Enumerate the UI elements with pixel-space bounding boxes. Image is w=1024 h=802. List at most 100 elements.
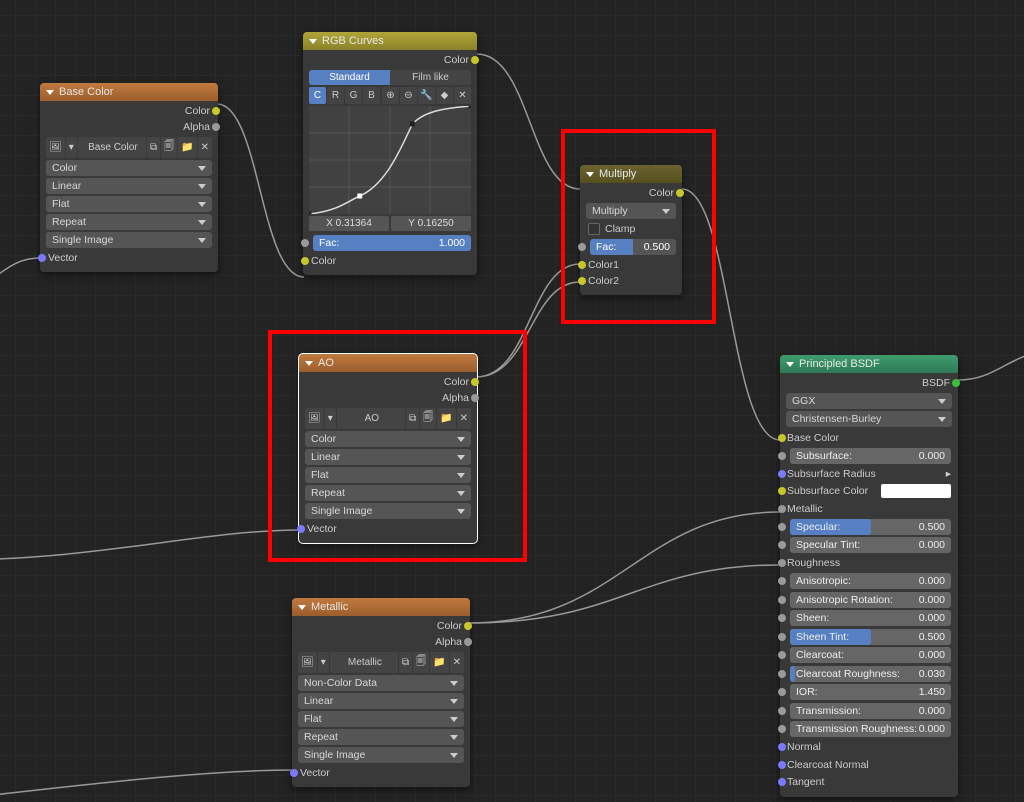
- bsdf-input-metallic[interactable]: Metallic: [782, 500, 956, 517]
- blend-mode[interactable]: Multiply: [586, 203, 676, 219]
- node-ao[interactable]: AO Color Alpha 🖼 ▾ AO ⧉ 🗐 📁 ✕ Color Line…: [299, 354, 477, 543]
- node-principled-bsdf[interactable]: Principled BSDF BSDF GGX Christensen-Bur…: [780, 355, 958, 797]
- texture-name[interactable]: Metallic: [330, 652, 398, 673]
- open-icon[interactable]: 📁: [430, 652, 448, 673]
- unlink-icon[interactable]: ✕: [450, 652, 464, 673]
- prop-source[interactable]: Single Image: [46, 232, 212, 248]
- node-header[interactable]: Metallic: [292, 598, 470, 616]
- value-slider[interactable]: Clearcoat Roughness:0.030: [790, 666, 951, 682]
- image-icon[interactable]: 🖼: [46, 137, 65, 158]
- value-slider[interactable]: Transmission Roughness:0.000: [790, 721, 951, 737]
- texture-selector[interactable]: 🖼 ▾ Base Color ⧉ 🗐 📁 ✕: [46, 137, 212, 158]
- prop-source[interactable]: Single Image: [298, 747, 464, 763]
- texture-selector[interactable]: 🖼 ▾ AO ⧉ 🗐 📁 ✕: [305, 408, 471, 429]
- browse-icon[interactable]: ▾: [325, 408, 336, 429]
- node-header[interactable]: Principled BSDF: [780, 355, 958, 373]
- fac-slider[interactable]: Fac:0.500: [590, 239, 676, 255]
- bsdf-input-base-color[interactable]: Base Color: [782, 429, 956, 446]
- image-icon[interactable]: 🖼: [305, 408, 324, 429]
- bsdf-input-ior[interactable]: IOR:1.450: [782, 683, 956, 701]
- channel-c[interactable]: C: [309, 87, 326, 104]
- zoom-in-icon[interactable]: ⊕: [382, 87, 399, 104]
- prop-colorspace[interactable]: Color: [305, 431, 471, 447]
- users-icon[interactable]: ⧉: [147, 137, 160, 158]
- bsdf-input-sheen[interactable]: Sheen:0.000: [782, 609, 956, 627]
- node-base-color[interactable]: Base Color Color Alpha 🖼 ▾ Base Color ⧉ …: [40, 83, 218, 272]
- clamp-checkbox[interactable]: Clamp: [582, 221, 680, 237]
- value-slider[interactable]: IOR:1.450: [790, 684, 951, 700]
- browse-icon[interactable]: ▾: [318, 652, 329, 673]
- users-icon[interactable]: ⧉: [406, 408, 419, 429]
- users-icon[interactable]: ⧉: [399, 652, 412, 673]
- node-multiply[interactable]: Multiply Color Multiply Clamp Fac:0.500 …: [580, 165, 682, 295]
- chevron-right-icon[interactable]: ▸: [946, 468, 951, 480]
- bsdf-input-clearcoat[interactable]: Clearcoat:0.000: [782, 646, 956, 664]
- open-icon[interactable]: 📁: [437, 408, 455, 429]
- sss-method-select[interactable]: Christensen-Burley: [786, 411, 952, 427]
- bsdf-input-transmission-roughness[interactable]: Transmission Roughness:0.000: [782, 720, 956, 738]
- curve-editor[interactable]: [309, 106, 471, 214]
- node-header[interactable]: RGB Curves: [303, 32, 477, 50]
- open-icon[interactable]: 📁: [178, 137, 196, 158]
- value-slider[interactable]: Anisotropic Rotation:0.000: [790, 592, 951, 608]
- bsdf-input-normal[interactable]: Normal: [782, 739, 956, 756]
- texture-selector[interactable]: 🖼 ▾ Metallic ⧉ 🗐 📁 ✕: [298, 652, 464, 673]
- clip-icon[interactable]: ◆: [436, 87, 453, 104]
- unlink-icon[interactable]: ✕: [198, 137, 212, 158]
- curve-mode-tabs[interactable]: Standard Film like: [309, 70, 471, 85]
- value-slider[interactable]: Specular Tint:0.000: [790, 537, 951, 553]
- prop-extension[interactable]: Repeat: [46, 214, 212, 230]
- value-slider[interactable]: Clearcoat:0.000: [790, 647, 951, 663]
- texture-name[interactable]: Base Color: [78, 137, 146, 158]
- tab-standard[interactable]: Standard: [309, 70, 390, 85]
- curve-x-value[interactable]: X 0.31364: [309, 216, 389, 231]
- node-header[interactable]: Multiply: [580, 165, 682, 183]
- bsdf-input-subsurface-radius[interactable]: Subsurface Radius ▸: [782, 465, 956, 482]
- prop-interpolation[interactable]: Linear: [298, 693, 464, 709]
- bsdf-input-subsurface-color[interactable]: Subsurface Color: [782, 483, 956, 500]
- distribution-select[interactable]: GGX: [786, 393, 952, 409]
- prop-extension[interactable]: Repeat: [298, 729, 464, 745]
- color-swatch[interactable]: [881, 484, 951, 498]
- channel-b[interactable]: B: [363, 87, 380, 104]
- bsdf-input-anisotropic-rotation[interactable]: Anisotropic Rotation:0.000: [782, 591, 956, 609]
- prop-interpolation[interactable]: Linear: [305, 449, 471, 465]
- prop-source[interactable]: Single Image: [305, 503, 471, 519]
- node-header[interactable]: AO: [299, 354, 477, 372]
- prop-projection[interactable]: Flat: [298, 711, 464, 727]
- node-metallic[interactable]: Metallic Color Alpha 🖼 ▾ Metallic ⧉ 🗐 📁 …: [292, 598, 470, 787]
- bsdf-input-transmission[interactable]: Transmission:0.000: [782, 702, 956, 720]
- prop-projection[interactable]: Flat: [305, 467, 471, 483]
- bsdf-input-clearcoat-normal[interactable]: Clearcoat Normal: [782, 756, 956, 773]
- image-icon[interactable]: 🖼: [298, 652, 317, 673]
- bsdf-input-anisotropic[interactable]: Anisotropic:0.000: [782, 572, 956, 590]
- bsdf-input-specular-tint[interactable]: Specular Tint:0.000: [782, 536, 956, 554]
- prop-colorspace[interactable]: Non-Color Data: [298, 675, 464, 691]
- bsdf-input-clearcoat-roughness[interactable]: Clearcoat Roughness:0.030: [782, 665, 956, 683]
- fake-user-icon[interactable]: 🗐: [420, 408, 436, 429]
- node-rgb-curves[interactable]: RGB Curves Color Standard Film like C R …: [303, 32, 477, 275]
- tools-icon[interactable]: 🔧: [418, 87, 435, 104]
- fake-user-icon[interactable]: 🗐: [161, 137, 177, 158]
- tab-filmlike[interactable]: Film like: [390, 70, 471, 85]
- channel-r[interactable]: R: [327, 87, 344, 104]
- texture-name[interactable]: AO: [337, 408, 405, 429]
- fake-user-icon[interactable]: 🗐: [413, 652, 429, 673]
- value-slider[interactable]: Subsurface:0.000: [790, 448, 951, 464]
- value-slider[interactable]: Sheen Tint:0.500: [790, 629, 951, 645]
- browse-icon[interactable]: ▾: [66, 137, 77, 158]
- bsdf-input-subsurface[interactable]: Subsurface:0.000: [782, 447, 956, 465]
- value-slider[interactable]: Anisotropic:0.000: [790, 573, 951, 589]
- prop-interpolation[interactable]: Linear: [46, 178, 212, 194]
- bsdf-input-tangent[interactable]: Tangent: [782, 774, 956, 791]
- channel-g[interactable]: G: [345, 87, 362, 104]
- value-slider[interactable]: Sheen:0.000: [790, 610, 951, 626]
- prop-colorspace[interactable]: Color: [46, 160, 212, 176]
- bsdf-input-specular[interactable]: Specular:0.500: [782, 518, 956, 536]
- prop-extension[interactable]: Repeat: [305, 485, 471, 501]
- unlink-icon[interactable]: ✕: [457, 408, 471, 429]
- prop-projection[interactable]: Flat: [46, 196, 212, 212]
- node-header[interactable]: Base Color: [40, 83, 218, 101]
- bsdf-input-sheen-tint[interactable]: Sheen Tint:0.500: [782, 628, 956, 646]
- value-slider[interactable]: Specular:0.500: [790, 519, 951, 535]
